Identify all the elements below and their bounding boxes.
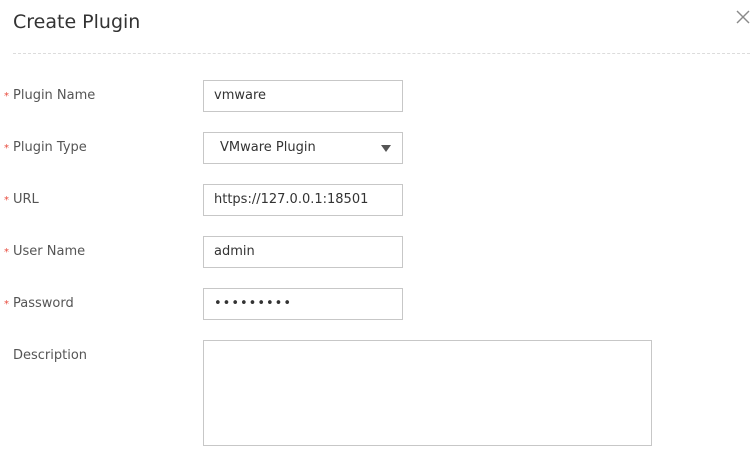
password-label: Password xyxy=(13,296,74,311)
description-textarea[interactable] xyxy=(203,340,652,446)
password-input[interactable]: ••••••••• xyxy=(203,288,403,320)
user-name-label: User Name xyxy=(13,244,86,259)
plugin-type-value: VMware Plugin xyxy=(220,140,316,155)
required-marker: * xyxy=(4,247,9,258)
required-marker: * xyxy=(4,299,9,310)
plugin-type-select[interactable]: VMware Plugin xyxy=(203,132,403,164)
close-icon[interactable] xyxy=(734,8,752,26)
url-input[interactable]: https://127.0.0.1:18501 xyxy=(203,184,403,216)
url-label: URL xyxy=(13,192,39,207)
create-plugin-dialog: Create Plugin * Plugin Name vmware * Plu… xyxy=(0,0,754,465)
required-marker: * xyxy=(4,91,9,102)
plugin-name-input[interactable]: vmware xyxy=(203,80,403,112)
plugin-type-label: Plugin Type xyxy=(13,140,87,155)
caret-down-icon xyxy=(381,145,391,152)
dialog-title: Create Plugin xyxy=(13,11,141,33)
user-name-input[interactable]: admin xyxy=(203,236,403,268)
required-marker: * xyxy=(4,195,9,206)
description-label: Description xyxy=(13,348,88,363)
plugin-name-label: Plugin Name xyxy=(13,88,96,103)
required-marker: * xyxy=(4,143,9,154)
title-divider xyxy=(13,53,750,54)
